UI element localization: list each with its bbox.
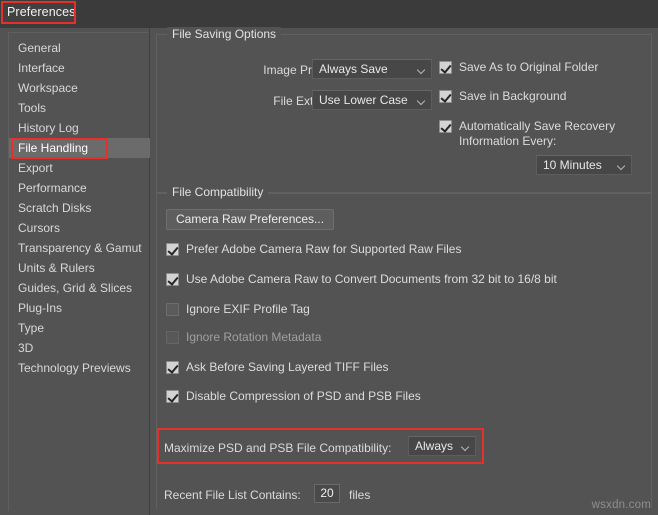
- checkbox-indicator[interactable]: [439, 120, 452, 133]
- sidebar-item-interface[interactable]: Interface: [9, 58, 150, 78]
- image-previews-select[interactable]: Always Save: [312, 59, 432, 79]
- sidebar-item-guides-grid-slices[interactable]: Guides, Grid & Slices: [9, 278, 150, 298]
- sidebar-list[interactable]: General Interface Workspace Tools History Lo…: [9, 38, 150, 378]
- sidebar-item-label: Guides, Grid & Slices: [18, 281, 133, 295]
- sidebar-item-label: Cursors: [18, 221, 61, 235]
- sidebar-item-transparency-gamut[interactable]: Transparency & Gamut: [9, 238, 150, 258]
- sidebar-item-label: Transparency & Gamut: [18, 241, 142, 255]
- checkbox-label: Ignore EXIF Profile Tag: [186, 302, 310, 316]
- sidebar-item-history-log[interactable]: History Log: [9, 118, 150, 138]
- checkbox-label: Disable Compression of PSD and PSB Files: [186, 389, 421, 403]
- camera-raw-preferences-button[interactable]: Camera Raw Preferences...: [166, 209, 335, 230]
- sidebar-item-label: Type: [18, 321, 45, 335]
- checkbox-indicator[interactable]: [166, 361, 179, 374]
- sidebar-item-scratch-disks[interactable]: Scratch Disks: [9, 198, 150, 218]
- maximize-compatibility-value: Always: [415, 439, 454, 453]
- watermark: wsxdn.com: [591, 499, 651, 511]
- sidebar-item-performance[interactable]: Performance: [9, 178, 150, 198]
- sidebar-item-type[interactable]: Type: [9, 318, 150, 338]
- sidebar-item-workspace[interactable]: Workspace: [9, 78, 150, 98]
- sidebar-item-tools[interactable]: Tools: [9, 98, 150, 118]
- sidebar-item-general[interactable]: General: [9, 38, 150, 58]
- recent-file-list-suffix: files: [349, 488, 371, 502]
- sidebar-item-label: Export: [18, 161, 53, 175]
- maximize-compatibility-select[interactable]: Always: [408, 436, 476, 456]
- sidebar-item-label: Plug-Ins: [18, 301, 63, 315]
- sidebar-item-label: Interface: [18, 61, 65, 75]
- sidebar-item-label: Tools: [18, 101, 47, 115]
- recovery-interval-select[interactable]: 10 Minutes: [536, 155, 632, 175]
- checkbox-label-line1: Automatically Save Recovery: [459, 119, 616, 133]
- file-extension-select[interactable]: Use Lower Case: [312, 90, 432, 110]
- sidebar-item-file-handling[interactable]: File Handling: [9, 138, 150, 159]
- checkbox-indicator[interactable]: [439, 90, 452, 103]
- recovery-interval-value: 10 Minutes: [543, 158, 602, 172]
- sidebar-item-label: Technology Previews: [18, 361, 131, 375]
- checkbox-label: Use Adobe Camera Raw to Convert Document…: [186, 272, 557, 286]
- sidebar-item-units-rulers[interactable]: Units & Rulers: [9, 258, 150, 278]
- sidebar-item-label: File Handling: [18, 141, 89, 155]
- sidebar-item-label: 3D: [18, 341, 34, 355]
- sidebar-item-label: Scratch Disks: [18, 201, 92, 215]
- checkbox-label: Prefer Adobe Camera Raw for Supported Ra…: [186, 242, 462, 256]
- checkbox-label-line2: Information Every:: [459, 134, 557, 148]
- title-bar: Preferences: [0, 0, 658, 28]
- sidebar: General Interface Workspace Tools History Lo…: [0, 28, 150, 515]
- chevron-down-icon: [418, 67, 425, 74]
- preferences-dialog: Preferences General Interface Workspace Too…: [0, 0, 658, 515]
- file-extension-value: Use Lower Case: [319, 93, 408, 107]
- checkbox-label: Save As to Original Folder: [459, 60, 599, 74]
- sidebar-item-label: History Log: [18, 121, 79, 135]
- sidebar-item-export[interactable]: Export: [9, 158, 150, 178]
- checkbox-indicator[interactable]: [166, 331, 179, 344]
- checkbox-indicator[interactable]: [439, 61, 452, 74]
- checkbox-label: Ask Before Saving Layered TIFF Files: [186, 360, 389, 374]
- dialog-body: General Interface Workspace Tools History Lo…: [0, 27, 658, 515]
- maximize-compatibility-label: Maximize PSD and PSB File Compatibility:: [164, 441, 392, 455]
- content-pane: File Saving Options Image Previews: Alwa…: [150, 27, 658, 515]
- checkbox-label: Save in Background: [459, 89, 567, 103]
- checkbox-indicator[interactable]: [166, 303, 179, 316]
- recent-file-list-input[interactable]: 20: [314, 484, 340, 503]
- chevron-down-icon: [618, 163, 625, 170]
- annotation-highlight-title: [1, 1, 76, 24]
- sidebar-item-label: General: [18, 41, 61, 55]
- sidebar-item-label: Units & Rulers: [18, 261, 95, 275]
- group-label-file-saving-options: File Saving Options: [167, 27, 282, 41]
- checkbox-indicator[interactable]: [166, 273, 179, 286]
- sidebar-item-technology-previews[interactable]: Technology Previews: [9, 358, 150, 378]
- sidebar-panel: General Interface Workspace Tools History Lo…: [8, 32, 150, 511]
- recent-file-list-label: Recent File List Contains:: [164, 488, 301, 502]
- sidebar-item-plug-ins[interactable]: Plug-Ins: [9, 298, 150, 318]
- checkbox-label: Ignore Rotation Metadata: [186, 330, 322, 344]
- chevron-down-icon: [418, 98, 425, 105]
- group-label-file-compatibility: File Compatibility: [167, 185, 269, 199]
- sidebar-item-3d[interactable]: 3D: [9, 338, 150, 358]
- image-previews-value: Always Save: [319, 62, 388, 76]
- checkbox-indicator[interactable]: [166, 243, 179, 256]
- checkbox-indicator[interactable]: [166, 390, 179, 403]
- chevron-down-icon: [462, 444, 469, 451]
- sidebar-item-cursors[interactable]: Cursors: [9, 218, 150, 238]
- sidebar-item-label: Performance: [18, 181, 87, 195]
- sidebar-item-label: Workspace: [18, 81, 78, 95]
- group-file-compatibility: File Compatibility: [156, 185, 652, 509]
